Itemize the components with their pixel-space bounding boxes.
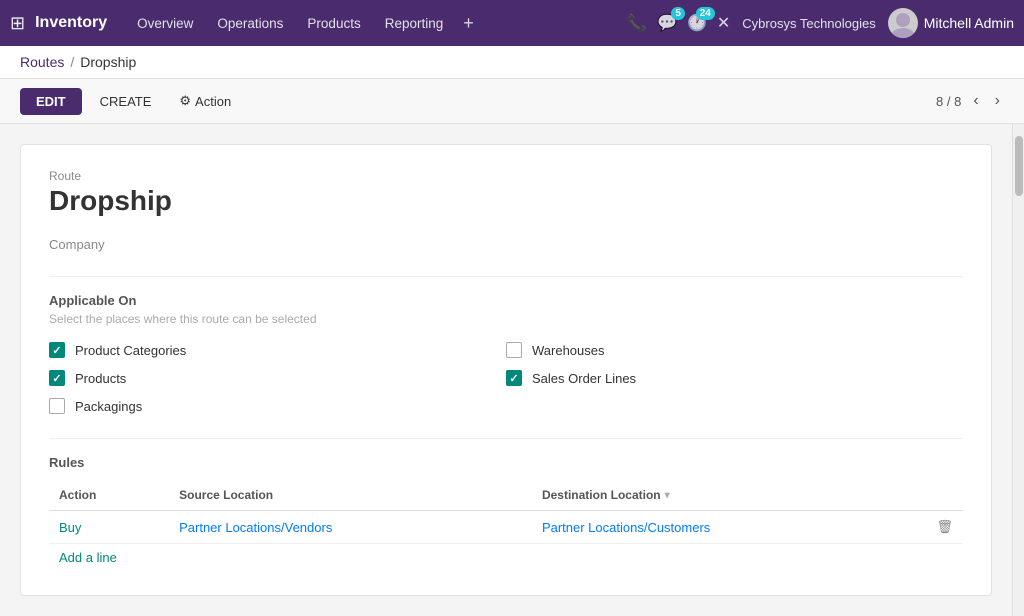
add-line-button[interactable]: Add a line [49, 544, 127, 571]
cell-action[interactable]: Buy [49, 511, 169, 544]
edit-button[interactable]: EDIT [20, 88, 82, 115]
action-bar: EDIT CREATE ⚙ Action 8 / 8 ‹ › [0, 79, 1024, 124]
nav-products[interactable]: Products [297, 12, 370, 35]
label-packagings: Packagings [75, 399, 142, 414]
applicable-on-hint: Select the places where this route can b… [49, 312, 963, 326]
user-name: Mitchell Admin [924, 15, 1014, 31]
col-header-action: Action [49, 480, 169, 511]
checkbox-row-warehouses: Warehouses [506, 342, 963, 358]
applicable-on-header: Applicable On [49, 293, 963, 308]
sort-icon: ▾ [665, 490, 670, 501]
col-header-source: Source Location [169, 480, 532, 511]
cell-dest[interactable]: Partner Locations/Customers [532, 511, 927, 544]
company-label: Company [49, 237, 963, 252]
clock-badge: 24 [696, 7, 715, 20]
label-product-categories: Product Categories [75, 343, 186, 358]
breadcrumb-parent[interactable]: Routes [20, 54, 64, 70]
grid-icon[interactable]: ⊞ [10, 13, 25, 34]
checkbox-sales-order-lines[interactable] [506, 370, 522, 386]
breadcrumb: Routes / Dropship [0, 46, 1024, 79]
checkbox-products[interactable] [49, 370, 65, 386]
main-content: Route Dropship Company Applicable On Sel… [0, 124, 1012, 616]
rules-header: Rules [49, 455, 963, 470]
pager: 8 / 8 ‹ › [936, 90, 1004, 112]
brand-label: Inventory [35, 14, 107, 32]
user-avatar [888, 8, 918, 38]
label-warehouses: Warehouses [532, 343, 605, 358]
checkbox-product-categories[interactable] [49, 342, 65, 358]
nav-overview[interactable]: Overview [127, 12, 203, 35]
checkbox-row-products: Products [49, 370, 506, 386]
topnav-icons: 📞 💬 5 🕐 24 ✕ [627, 13, 730, 33]
topnav: ⊞ Inventory Overview Operations Products… [0, 0, 1024, 46]
label-sales-order-lines: Sales Order Lines [532, 371, 636, 386]
pager-count: 8 / 8 [936, 94, 961, 109]
record-card: Route Dropship Company Applicable On Sel… [20, 144, 992, 596]
divider-1 [49, 276, 963, 277]
rules-table: Action Source Location Destination Locat… [49, 480, 963, 544]
col-header-dest[interactable]: Destination Location ▾ [532, 480, 927, 511]
clock-icon[interactable]: 🕐 24 [687, 13, 707, 33]
action-button-label: Action [195, 94, 231, 109]
action-button[interactable]: ⚙ Action [169, 87, 241, 115]
row-delete-icon[interactable]: 🗑 [926, 511, 963, 544]
record-label: Route [49, 169, 963, 183]
label-products: Products [75, 371, 126, 386]
cell-source[interactable]: Partner Locations/Vendors [169, 511, 532, 544]
scrollbar-thumb[interactable] [1015, 136, 1023, 196]
action-gear-icon: ⚙ [179, 93, 191, 109]
breadcrumb-separator: / [70, 54, 74, 70]
chat-icon[interactable]: 💬 5 [657, 13, 677, 33]
applicable-on-grid: Product Categories Products Packagings [49, 342, 963, 414]
pager-next[interactable]: › [991, 90, 1004, 112]
chat-badge: 5 [671, 7, 685, 20]
checkbox-packagings[interactable] [49, 398, 65, 414]
col-header-actions [926, 480, 963, 511]
table-row: Buy Partner Locations/Vendors Partner Lo… [49, 511, 963, 544]
nav-operations[interactable]: Operations [207, 12, 293, 35]
checkbox-warehouses[interactable] [506, 342, 522, 358]
close-icon[interactable]: ✕ [717, 13, 730, 33]
applicable-right: Warehouses Sales Order Lines [506, 342, 963, 414]
user-menu[interactable]: Mitchell Admin [888, 8, 1014, 38]
dest-sort: Destination Location ▾ [542, 488, 917, 502]
record-title: Dropship [49, 185, 963, 217]
company-name: Cybrosys Technologies [742, 16, 875, 31]
checkbox-row-packagings: Packagings [49, 398, 506, 414]
scrollbar[interactable] [1012, 124, 1024, 616]
page-wrapper: ⊞ Inventory Overview Operations Products… [0, 0, 1024, 616]
applicable-left: Product Categories Products Packagings [49, 342, 506, 414]
add-menu-icon[interactable]: + [457, 13, 480, 34]
checkbox-row-sales-order-lines: Sales Order Lines [506, 370, 963, 386]
pager-prev[interactable]: ‹ [969, 90, 982, 112]
breadcrumb-current: Dropship [80, 54, 136, 70]
phone-icon[interactable]: 📞 [627, 13, 647, 33]
create-button[interactable]: CREATE [90, 88, 162, 115]
nav-reporting[interactable]: Reporting [375, 12, 454, 35]
divider-2 [49, 438, 963, 439]
checkbox-row-product-categories: Product Categories [49, 342, 506, 358]
